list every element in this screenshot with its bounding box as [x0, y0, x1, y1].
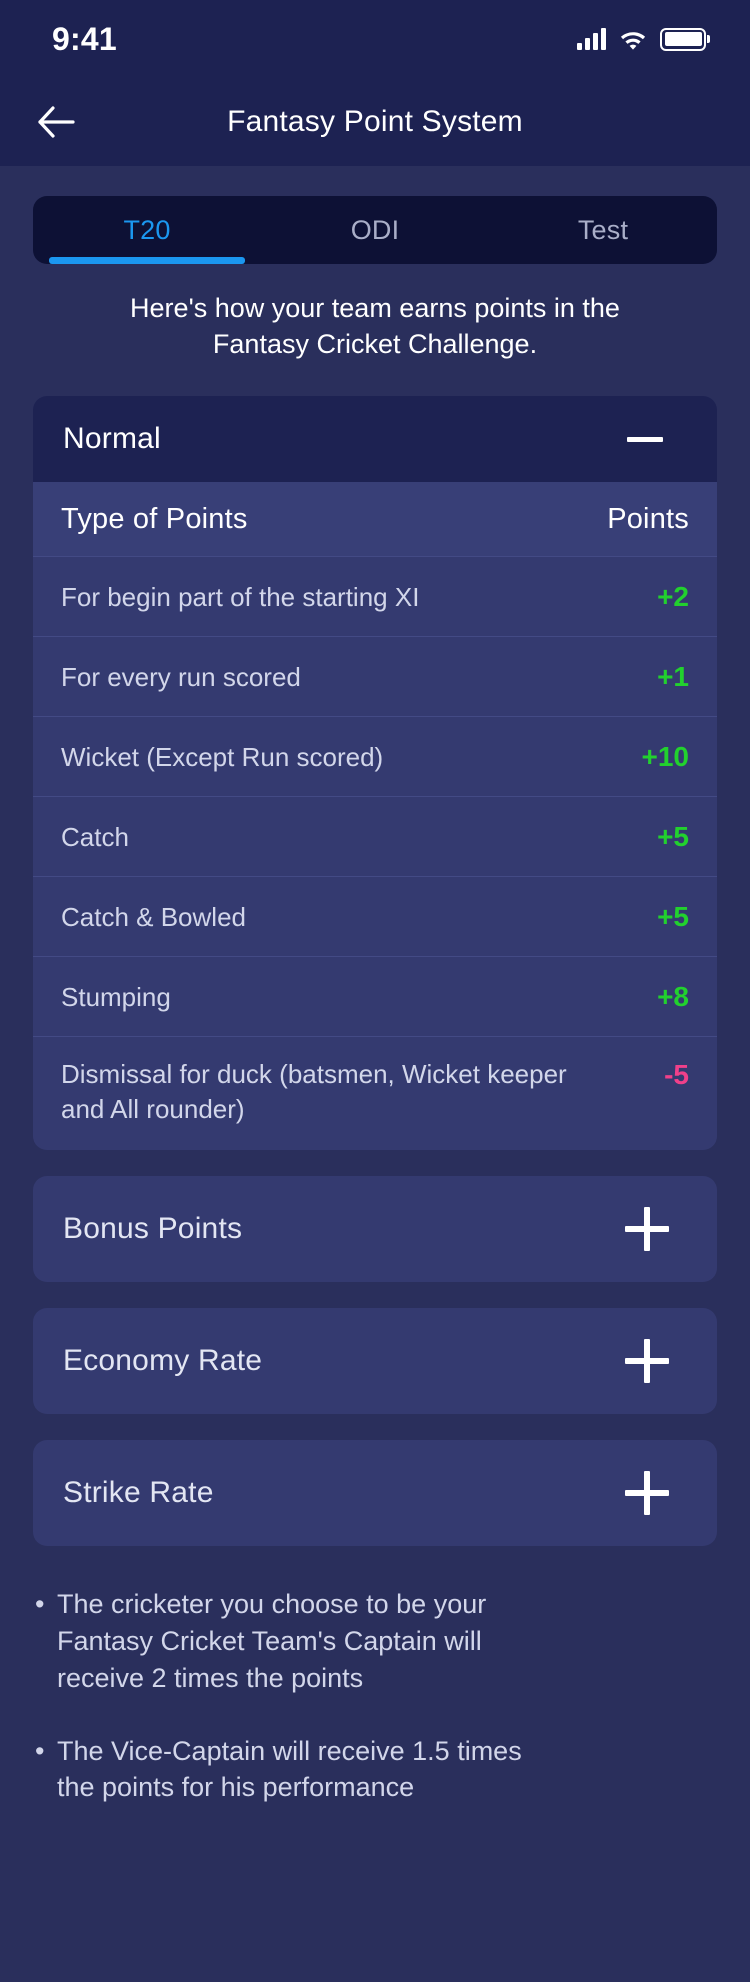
row-type: Dismissal for duck (batsmen, Wicket keep… [61, 1059, 567, 1124]
notes-list: • The cricketer you choose to be your Fa… [33, 1586, 717, 1806]
signal-bars-icon [577, 28, 606, 50]
column-points: Points [607, 502, 689, 535]
navigation-bar: Fantasy Point System [0, 78, 750, 166]
battery-full-icon [660, 27, 706, 51]
section-strike-rate[interactable]: Strike Rate [33, 1440, 717, 1547]
row-points: +8 [657, 980, 689, 1012]
section-normal-title: Normal [63, 422, 161, 456]
page-title: Fantasy Point System [227, 105, 523, 138]
wifi-icon [619, 28, 647, 50]
section-economy-rate[interactable]: Economy Rate [33, 1308, 717, 1415]
tab-t20[interactable]: T20 [33, 196, 261, 264]
row-points: -5 [664, 1059, 689, 1091]
list-item: • The Vice-Captain will receive 1.5 time… [35, 1733, 715, 1806]
section-normal-header[interactable]: Normal [33, 396, 717, 483]
page-content: T20 ODI Test Here's how your team earns … [0, 166, 750, 1982]
note-text: The cricketer you choose to be your Fant… [57, 1589, 487, 1693]
row-points: +10 [641, 740, 690, 772]
table-row: Wicket (Except Run scored) +10 [33, 716, 717, 797]
back-button[interactable] [26, 92, 86, 152]
row-type: For begin part of the starting XI [61, 581, 420, 612]
list-item: • The cricketer you choose to be your Fa… [35, 1586, 715, 1696]
note-text: The Vice-Captain will receive 1.5 times … [57, 1735, 522, 1803]
row-points: +5 [657, 900, 689, 932]
table-row: Stumping +8 [33, 956, 717, 1037]
table-row: For every run scored +1 [33, 636, 717, 717]
table-row: Dismissal for duck (batsmen, Wicket keep… [33, 1036, 717, 1151]
row-points: +2 [657, 580, 689, 612]
tab-odi[interactable]: ODI [261, 196, 489, 264]
row-type: Wicket (Except Run scored) [61, 741, 384, 772]
points-table-header: Type of Points Points [33, 482, 717, 557]
row-type: Stumping [61, 981, 171, 1012]
intro-subtitle: Here's how your team earns points in the… [130, 293, 620, 360]
minus-icon[interactable] [627, 436, 663, 442]
row-type: Catch & Bowled [61, 901, 246, 932]
plus-icon[interactable] [625, 1471, 669, 1516]
tab-test[interactable]: Test [489, 196, 717, 264]
row-type: Catch [61, 821, 129, 852]
arrow-left-icon [38, 106, 75, 138]
status-time: 9:41 [52, 20, 117, 57]
section-bonus-points[interactable]: Bonus Points [33, 1176, 717, 1283]
section-normal: Normal Type of Points Points For begin p… [33, 396, 717, 1151]
table-row: For begin part of the starting XI +2 [33, 556, 717, 637]
format-tab-bar: T20 ODI Test [33, 196, 717, 264]
bullet-icon: • [35, 1735, 45, 1766]
app-screen: 9:41 Fantasy Point System T20 ODI Test H… [0, 0, 750, 1982]
status-bar: 9:41 [0, 0, 750, 78]
row-points: +1 [657, 660, 689, 692]
row-type: For every run scored [61, 661, 301, 692]
column-type-of-points: Type of Points [61, 502, 248, 535]
status-icons [577, 27, 706, 51]
table-row: Catch +5 [33, 796, 717, 877]
section-bonus-points-title: Bonus Points [63, 1212, 243, 1246]
section-strike-rate-title: Strike Rate [63, 1476, 214, 1510]
table-row: Catch & Bowled +5 [33, 876, 717, 957]
section-economy-rate-title: Economy Rate [63, 1344, 263, 1378]
plus-icon[interactable] [625, 1339, 669, 1384]
row-points: +5 [657, 820, 689, 852]
bullet-icon: • [35, 1589, 45, 1620]
plus-icon[interactable] [625, 1207, 669, 1252]
